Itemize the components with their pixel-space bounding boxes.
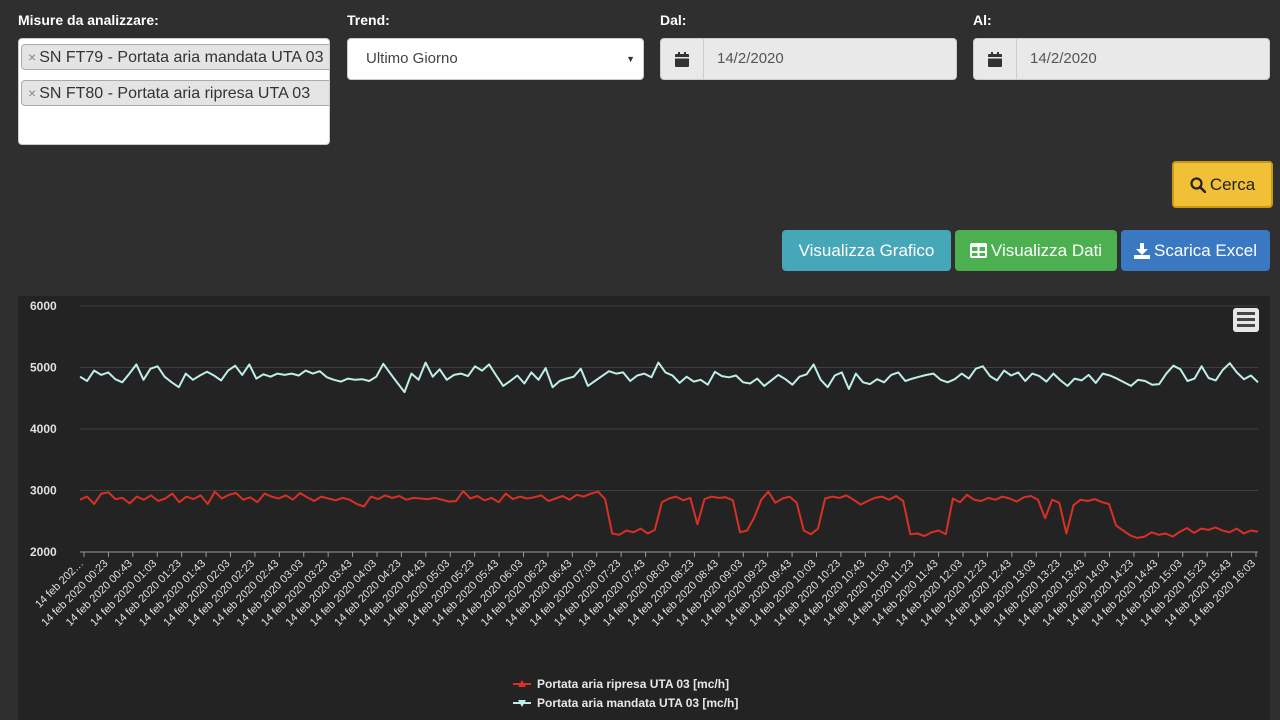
- trend-chart: 2000300040005000600014 feb 202…14 feb 20…: [30, 299, 1259, 710]
- y-axis-tick-label: 2000: [30, 545, 57, 559]
- series-line-1: [79, 490, 1259, 539]
- y-axis-tick-label: 5000: [30, 361, 57, 375]
- hamburger-menu-icon[interactable]: [1233, 308, 1259, 332]
- legend-label: Portata aria ripresa UTA 03 [mc/h]: [537, 677, 729, 691]
- y-axis-tick-label: 3000: [30, 484, 57, 498]
- y-axis-tick-label: 4000: [30, 422, 57, 436]
- legend-label: Portata aria mandata UTA 03 [mc/h]: [537, 696, 738, 710]
- y-axis-tick-label: 6000: [30, 299, 57, 313]
